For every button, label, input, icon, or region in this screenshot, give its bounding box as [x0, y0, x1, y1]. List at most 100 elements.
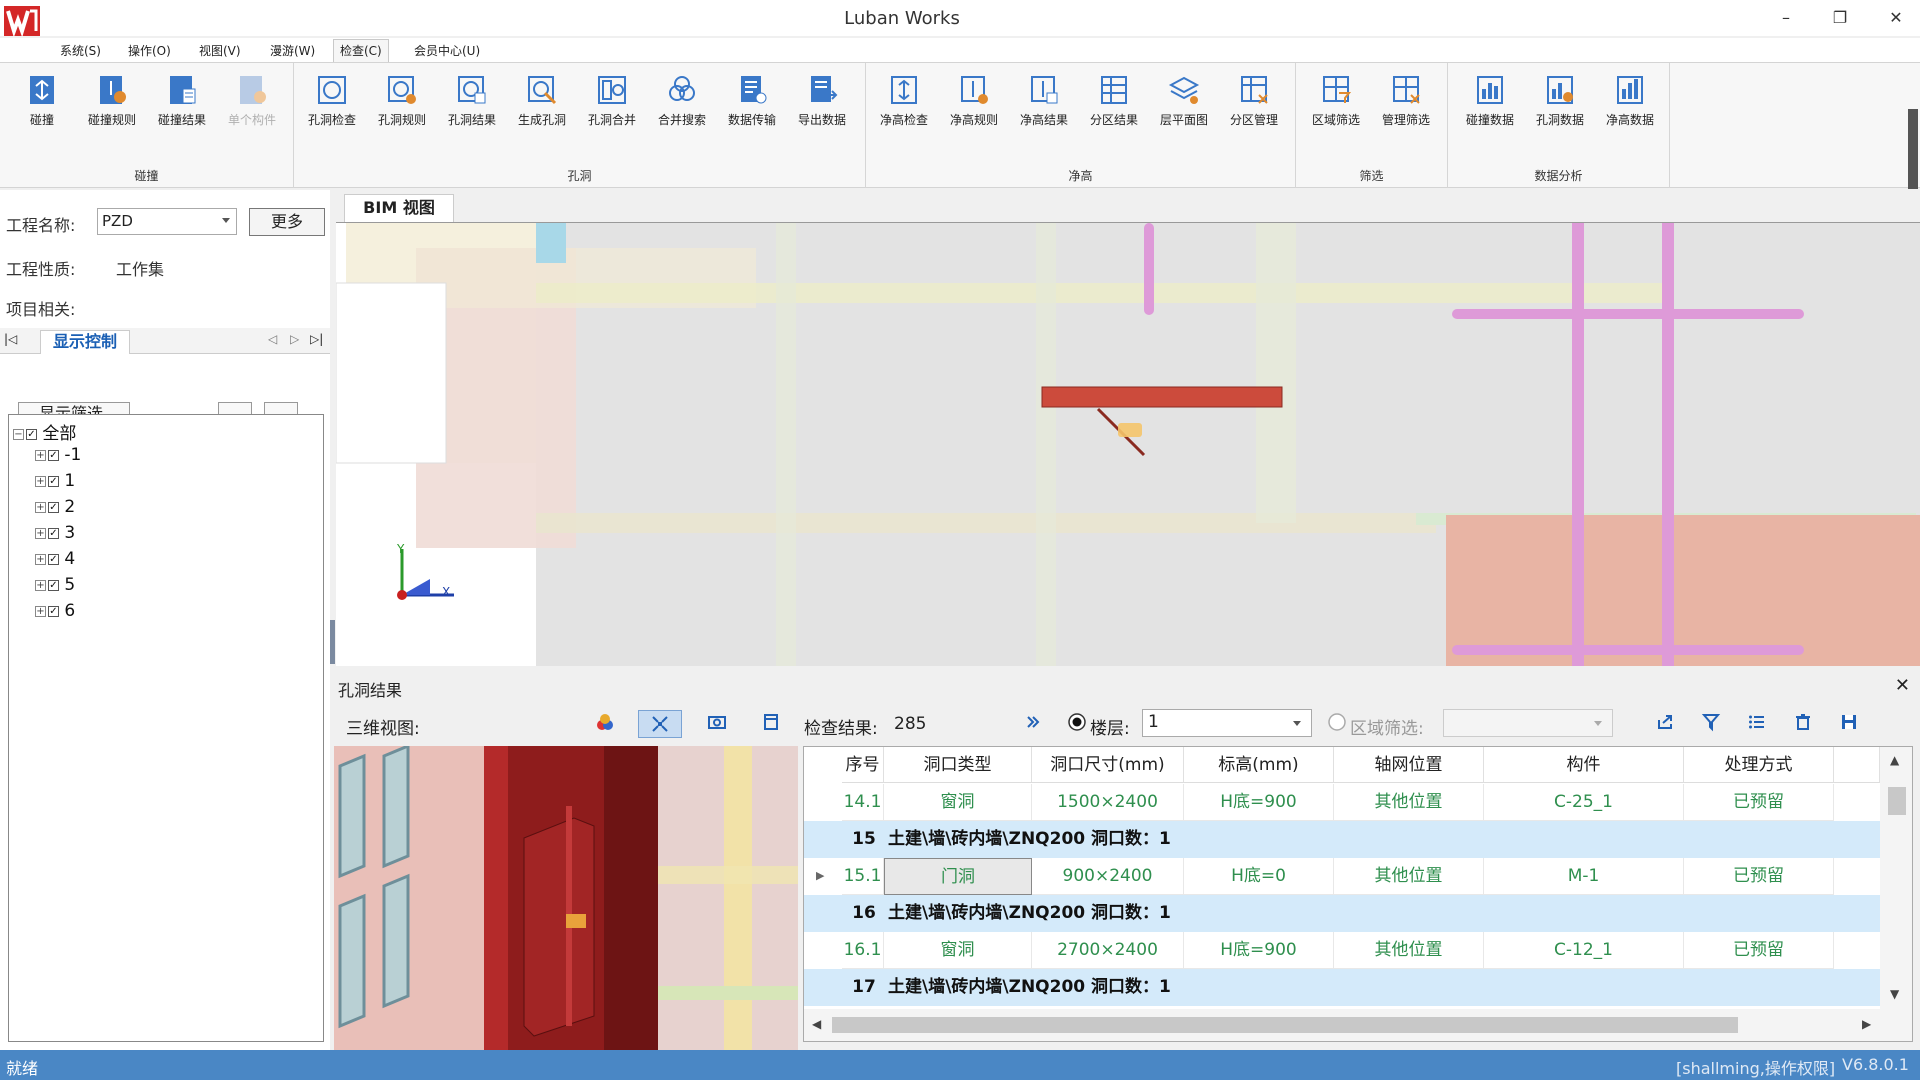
table-group-row[interactable]: 15 土建\墙\砖内墙\ZNQ200 洞口数：1 [804, 821, 1880, 858]
scroll-left-icon[interactable]: ◀ [812, 1017, 821, 1031]
column-header-member[interactable]: 构件 [1484, 747, 1684, 783]
filter-icon[interactable] [1698, 712, 1724, 736]
last-tab-icon[interactable]: ▷| [310, 332, 323, 346]
floor-select[interactable]: 1 [1142, 709, 1312, 737]
tree-node-root[interactable]: − ✓ 全部 [13, 419, 76, 444]
menu-view[interactable]: 视图(V) [193, 42, 247, 62]
collapse-icon[interactable]: − [13, 428, 24, 440]
tree-node[interactable]: + ✓ 4 [35, 549, 75, 571]
list-icon[interactable] [1744, 712, 1770, 736]
hole-merge-button[interactable]: 孔洞合并 [578, 69, 646, 139]
expand-icon[interactable]: + [35, 579, 46, 591]
menu-system[interactable]: 系统(S) [54, 42, 107, 62]
column-header-hole-type[interactable]: 洞口类型 [884, 747, 1032, 783]
checkbox-checked-icon[interactable]: ✓ [48, 605, 59, 617]
single-member-button[interactable]: 单个构件 [218, 69, 286, 139]
project-name-select[interactable]: PZD [97, 208, 237, 235]
hole-3d-preview[interactable] [334, 746, 798, 1050]
data-transfer-button[interactable]: 数据传输 [718, 69, 786, 139]
hole-rules-button[interactable]: 孔洞规则 [368, 69, 436, 139]
merge-search-button[interactable]: 合并搜索 [648, 69, 716, 139]
window-icon[interactable] [758, 712, 784, 736]
camera-icon[interactable] [704, 712, 730, 736]
restore-button[interactable]: ❐ [1820, 6, 1860, 30]
manage-filter-button[interactable]: 管理筛选 [1372, 69, 1440, 139]
scrollbar-thumb[interactable] [1888, 787, 1906, 815]
scroll-up-icon[interactable]: ▲ [1890, 753, 1899, 767]
double-chevron-right-icon[interactable] [1020, 712, 1046, 736]
ribbon-scrollbar[interactable] [1908, 109, 1918, 189]
column-header-handling[interactable]: 处理方式 [1684, 747, 1834, 783]
checkbox-checked-icon[interactable]: ✓ [48, 527, 59, 539]
clearance-data-button[interactable]: 净高数据 [1596, 69, 1664, 139]
close-icon[interactable]: ✕ [1895, 675, 1910, 696]
expand-icon[interactable]: + [35, 605, 46, 617]
clearance-rules-button[interactable]: 净高规则 [940, 69, 1008, 139]
hole-data-button[interactable]: 孔洞数据 [1526, 69, 1594, 139]
region-radio-unchecked[interactable] [1324, 712, 1350, 736]
collision-button[interactable]: 碰撞 [8, 69, 76, 139]
table-row-selected[interactable]: ▶ 15.1 门洞 900×2400 H底=0 其他位置 M-1 已预留 [804, 858, 1880, 895]
collision-rules-button[interactable]: 碰撞规则 [78, 69, 146, 139]
column-header-elevation[interactable]: 标高(mm) [1184, 747, 1334, 783]
tree-node[interactable]: + ✓ 6 [35, 601, 75, 623]
tree-node[interactable]: + ✓ -1 [35, 445, 81, 467]
first-tab-icon[interactable]: |◁ [4, 332, 17, 346]
tree-node[interactable]: + ✓ 3 [35, 523, 75, 545]
delete-icon[interactable] [1790, 712, 1816, 736]
expand-icon[interactable]: + [35, 553, 46, 565]
expand-icon[interactable]: + [35, 501, 46, 513]
menu-roam[interactable]: 漫游(W) [264, 42, 321, 62]
export-data-button[interactable]: 导出数据 [788, 69, 856, 139]
color-palette-icon[interactable] [592, 712, 618, 736]
tab-bim-view[interactable]: BIM 视图 [344, 194, 454, 222]
checkbox-checked-icon[interactable]: ✓ [48, 501, 59, 513]
collision-results-button[interactable]: 碰撞结果 [148, 69, 216, 139]
scroll-down-icon[interactable]: ▼ [1890, 987, 1899, 1001]
share-icon[interactable] [1652, 712, 1678, 736]
menu-operate[interactable]: 操作(O) [122, 42, 177, 62]
tree-node[interactable]: + ✓ 1 [35, 471, 75, 493]
region-filter-select[interactable] [1443, 709, 1613, 737]
horizontal-scrollbar-thumb[interactable] [832, 1017, 1738, 1033]
floor-radio-checked[interactable] [1064, 712, 1090, 736]
menu-check[interactable]: 检查(C) [333, 39, 389, 62]
checkbox-checked-icon[interactable]: ✓ [48, 579, 59, 591]
prev-tab-icon[interactable]: ◁ [268, 332, 277, 346]
hole-results-button[interactable]: 孔洞结果 [438, 69, 506, 139]
checkbox-checked-icon[interactable]: ✓ [48, 475, 59, 487]
bim-3d-viewport[interactable]: Y X [336, 222, 1920, 666]
clearance-check-button[interactable]: 净高检查 [870, 69, 938, 139]
expand-icon[interactable]: + [35, 475, 46, 487]
hole-check-button[interactable]: 孔洞检查 [298, 69, 366, 139]
table-group-row[interactable]: 16 土建\墙\砖内墙\ZNQ200 洞口数：1 [804, 895, 1880, 932]
scroll-right-icon[interactable]: ▶ [1862, 1017, 1871, 1031]
close-button[interactable]: ✕ [1876, 6, 1916, 30]
save-icon[interactable] [1836, 712, 1862, 736]
fit-view-icon[interactable] [638, 710, 682, 738]
column-header-grid-position[interactable]: 轴网位置 [1334, 747, 1484, 783]
zone-manage-button[interactable]: 分区管理 [1220, 69, 1288, 139]
vertical-scrollbar[interactable]: ▲ ▼ [1880, 747, 1912, 1009]
checkbox-checked-icon[interactable]: ✓ [26, 428, 37, 440]
clearance-results-button[interactable]: 净高结果 [1010, 69, 1078, 139]
table-group-row[interactable]: 17 土建\墙\砖内墙\ZNQ200 洞口数：1 [804, 969, 1880, 1006]
menu-member-center[interactable]: 会员中心(U) [408, 42, 486, 62]
table-row[interactable]: 16.1 窗洞 2700×2400 H底=900 其他位置 C-12_1 已预留 [804, 932, 1880, 969]
tree-node[interactable]: + ✓ 5 [35, 575, 75, 597]
next-tab-icon[interactable]: ▷ [290, 332, 299, 346]
more-button[interactable]: 更多 [249, 208, 325, 236]
expand-icon[interactable]: + [35, 527, 46, 539]
splitter-handle[interactable] [330, 620, 335, 664]
column-header-seq[interactable]: 序号 [842, 747, 884, 783]
collision-data-button[interactable]: 碰撞数据 [1456, 69, 1524, 139]
table-row[interactable]: 14.1 窗洞 1500×2400 H底=900 其他位置 C-25_1 已预留 [804, 784, 1880, 821]
horizontal-scrollbar[interactable]: ◀ ▶ [804, 1009, 1912, 1041]
generate-hole-button[interactable]: 生成孔洞 [508, 69, 576, 139]
zone-results-button[interactable]: 分区结果 [1080, 69, 1148, 139]
tab-display-control[interactable]: 显示控制 [40, 330, 130, 354]
expand-icon[interactable]: + [35, 449, 46, 461]
minimize-button[interactable]: – [1766, 6, 1806, 30]
floor-plan-button[interactable]: 层平面图 [1150, 69, 1218, 139]
region-filter-button[interactable]: 区域筛选 [1302, 69, 1370, 139]
